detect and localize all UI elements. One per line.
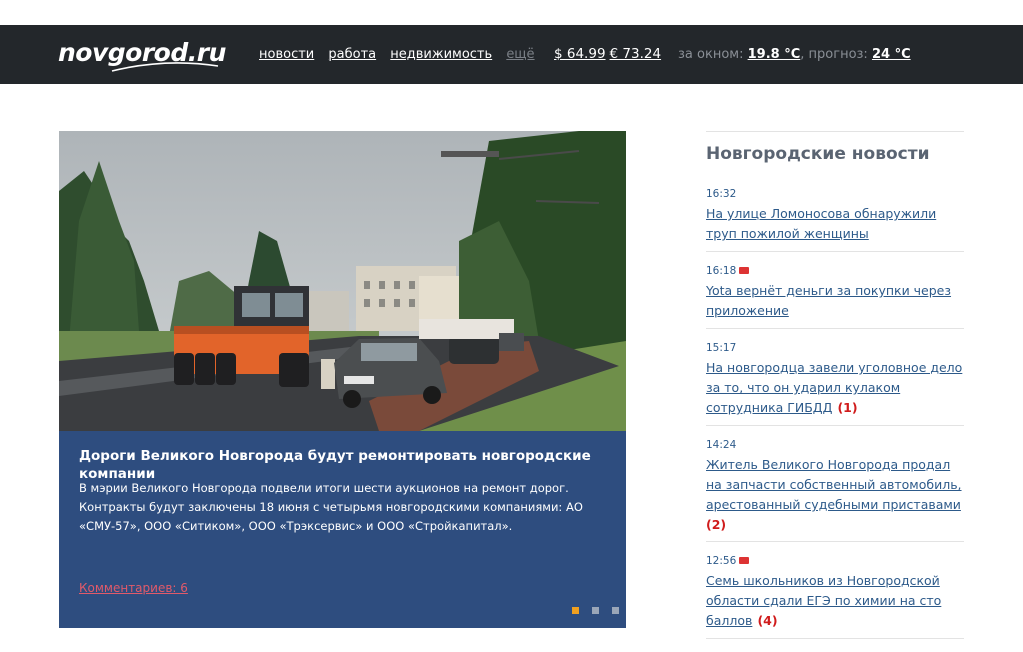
slider-dot-1[interactable]	[572, 607, 579, 614]
nav-news[interactable]: новости	[259, 47, 314, 62]
news-time: 14:24	[706, 439, 737, 451]
news-link[interactable]: Yota вернёт деньги за покупки через прил…	[706, 283, 951, 318]
comment-count[interactable]: (4)	[757, 613, 777, 628]
hero-caption: Дороги Великого Новгорода будут ремонтир…	[59, 431, 626, 628]
comment-count[interactable]: (2)	[706, 517, 726, 532]
hero-photo[interactable]	[59, 131, 626, 431]
camera-icon	[739, 557, 750, 564]
news-link[interactable]: На улице Ломоносова обнаружили труп пожи…	[706, 206, 936, 241]
list-item: 16:18 Yota вернёт деньги за покупки чере…	[706, 265, 964, 329]
weather-forecast-value[interactable]: 24 °С	[872, 47, 911, 62]
weather-widget: за окном: 19.8 °С, прогноз: 24 °С	[678, 47, 911, 62]
nav-more[interactable]: ещё	[506, 47, 534, 62]
hero-text: В мэрии Великого Новгорода подвели итоги…	[79, 481, 583, 533]
logo-swoosh-icon	[111, 62, 219, 72]
currency-rates: $ 64.99 € 73.24	[554, 46, 665, 62]
sidebar-divider	[706, 131, 964, 132]
hero-photo-illustration	[59, 131, 626, 431]
weather-outside-label: за окном:	[678, 47, 744, 62]
slider-dots	[564, 599, 620, 618]
news-link[interactable]: На новгородца завели уголовное дело за т…	[706, 360, 962, 415]
news-sidebar: Новгородские новости 16:32 На улице Ломо…	[706, 131, 964, 652]
sidebar-title[interactable]: Новгородские новости	[706, 144, 964, 164]
list-item: 15:17 На новгородца завели уголовное дел…	[706, 342, 964, 426]
usd-rate[interactable]: $ 64.99	[554, 46, 606, 62]
site-header: novgorod.ru новости работа недвижимость …	[0, 25, 1023, 84]
news-time: 16:18	[706, 265, 964, 277]
slider-dot-3[interactable]	[612, 607, 620, 614]
news-time: 12:56	[706, 555, 964, 567]
hero-comments-link[interactable]: Комментариев: 6	[79, 581, 188, 595]
news-time: 16:32	[706, 188, 737, 200]
nav-realty[interactable]: недвижимость	[390, 47, 492, 62]
list-item: 14:24 Житель Великого Новгорода продал н…	[706, 439, 964, 542]
comment-count[interactable]: (1)	[837, 400, 857, 415]
eur-rate[interactable]: € 73.24	[610, 46, 662, 62]
main-nav: новости работа недвижимость ещё	[259, 47, 545, 62]
weather-outside-value[interactable]: 19.8 °С	[748, 47, 801, 62]
weather-forecast-label: , прогноз:	[800, 47, 868, 62]
camera-icon	[739, 267, 750, 274]
list-item: 16:32 На улице Ломоносова обнаружили тру…	[706, 188, 964, 252]
slider-dot-2[interactable]	[592, 607, 600, 614]
list-item: 12:56 Семь школьников из Новгородской об…	[706, 555, 964, 639]
news-link[interactable]: Житель Великого Новгорода продал на запч…	[706, 457, 962, 512]
news-link[interactable]: Семь школьников из Новгородской области …	[706, 573, 941, 628]
hero-title[interactable]: Дороги Великого Новгорода будут ремонтир…	[79, 447, 609, 483]
nav-jobs[interactable]: работа	[328, 47, 376, 62]
news-time: 15:17	[706, 342, 737, 354]
